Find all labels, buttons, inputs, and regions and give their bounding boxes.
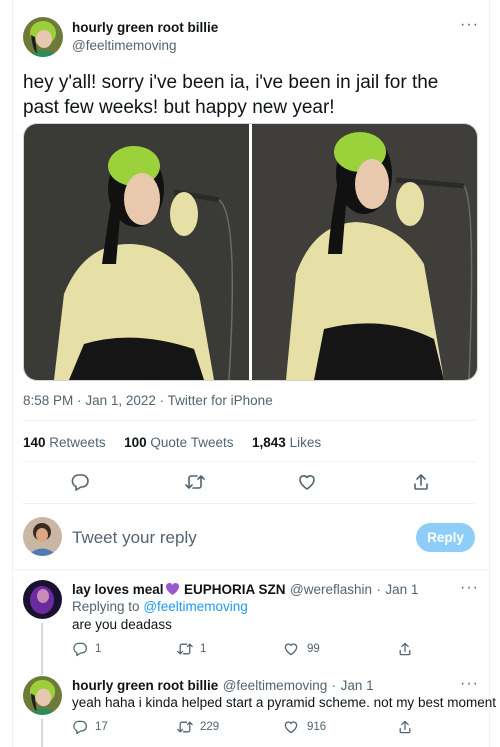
reply-author-name[interactable]: hourly green root billie <box>72 678 218 693</box>
tweet-stats: 140 Retweets 100 Quote Tweets 1,843 Like… <box>23 435 321 450</box>
like-action[interactable]: 916 <box>283 719 326 735</box>
reply-count: 17 <box>95 721 108 733</box>
reply-avatar[interactable] <box>23 676 62 715</box>
reply-date[interactable]: Jan 1 <box>385 582 418 597</box>
retweet-count: 229 <box>200 721 220 733</box>
share-action[interactable] <box>397 641 413 657</box>
reply-avatar[interactable] <box>23 580 62 619</box>
divider <box>23 503 476 504</box>
like-count: 916 <box>307 721 327 733</box>
likes-stat[interactable]: 1,843 Likes <box>252 435 321 450</box>
reply-author-name-suffix[interactable]: EUPHORIA SZN <box>184 582 286 597</box>
meta-separator: · <box>159 393 165 408</box>
author-avatar[interactable] <box>23 17 63 57</box>
retweet-icon[interactable] <box>176 719 194 735</box>
reply-text: yeah haha i kinda helped start a pyramid… <box>72 695 496 710</box>
more-dots-icon[interactable]: ··· <box>460 17 479 33</box>
divider <box>12 569 488 570</box>
share-action[interactable] <box>411 472 431 492</box>
more-dots-icon[interactable]: ··· <box>460 580 479 596</box>
user-avatar[interactable] <box>23 517 62 556</box>
retweet-action[interactable]: 1 <box>176 641 206 657</box>
author-name[interactable]: hourly green root billie <box>72 20 218 35</box>
share-icon[interactable] <box>397 719 413 735</box>
media-grid[interactable] <box>23 123 478 381</box>
speech-bubble-icon[interactable] <box>72 719 88 735</box>
meta-separator: · <box>376 582 381 597</box>
reply-count: 1 <box>95 643 102 655</box>
more-dots-icon[interactable]: ··· <box>460 676 479 692</box>
reply-action[interactable]: 17 <box>72 719 108 735</box>
retweet-action[interactable] <box>184 472 206 492</box>
share-action[interactable] <box>397 719 413 735</box>
like-count: 99 <box>307 643 320 655</box>
retweet-icon[interactable] <box>184 472 206 492</box>
share-icon[interactable] <box>397 641 413 657</box>
tweet-time[interactable]: 8:58 PM <box>23 393 73 408</box>
share-icon[interactable] <box>411 472 431 492</box>
meta-separator: · <box>331 678 337 693</box>
divider <box>23 461 476 462</box>
speech-bubble-icon[interactable] <box>70 472 90 492</box>
photo-performer-singing[interactable] <box>24 124 477 380</box>
replying-to: Replying to @feeltimemoving <box>72 599 248 614</box>
retweet-action[interactable]: 229 <box>176 719 219 735</box>
quotes-stat[interactable]: 100 Quote Tweets <box>124 435 233 450</box>
like-action[interactable]: 99 <box>283 641 320 657</box>
divider <box>23 420 476 421</box>
heart-icon[interactable] <box>297 472 317 492</box>
tweet-date[interactable]: Jan 1, 2022 <box>85 393 156 408</box>
reply-author-name[interactable]: lay loves meal <box>72 582 164 597</box>
replying-to-handle[interactable]: @feeltimemoving <box>143 599 248 614</box>
reply-author-handle[interactable]: @feeltimemoving <box>223 678 328 693</box>
reply-author-handle[interactable]: @wereflashin <box>290 582 372 597</box>
like-action[interactable] <box>297 472 317 492</box>
author-handle[interactable]: @feeltimemoving <box>72 38 177 53</box>
speech-bubble-icon[interactable] <box>72 641 88 657</box>
heart-icon[interactable] <box>283 719 299 735</box>
reply-date[interactable]: Jan 1 <box>341 678 374 693</box>
reply-text: are you deadass <box>72 617 172 632</box>
retweet-icon[interactable] <box>176 641 194 657</box>
thread-line <box>41 719 43 747</box>
heart-icon[interactable] <box>283 641 299 657</box>
meta-separator: · <box>77 393 82 408</box>
reply-header: lay loves meal EUPHORIA SZN @wereflashin… <box>72 581 418 601</box>
reply-button[interactable]: Reply <box>416 523 475 552</box>
retweets-stat[interactable]: 140 Retweets <box>23 435 106 450</box>
retweet-count: 1 <box>200 643 207 655</box>
reply-header: hourly green root billie @feeltimemoving… <box>72 677 374 695</box>
tweet-timestamp[interactable]: 8:58 PM · Jan 1, 2022 · Twitter for iPho… <box>23 393 273 408</box>
thread-line <box>41 623 43 675</box>
tweet-client[interactable]: Twitter for iPhone <box>168 393 273 408</box>
reply-action[interactable]: 1 <box>72 641 101 657</box>
tweet-text: hey y'all! sorry i've been ia, i've been… <box>23 72 439 118</box>
replying-to-label: Replying to <box>72 599 140 614</box>
reply-input[interactable]: Tweet your reply <box>72 528 197 548</box>
reply-action[interactable] <box>70 472 90 492</box>
